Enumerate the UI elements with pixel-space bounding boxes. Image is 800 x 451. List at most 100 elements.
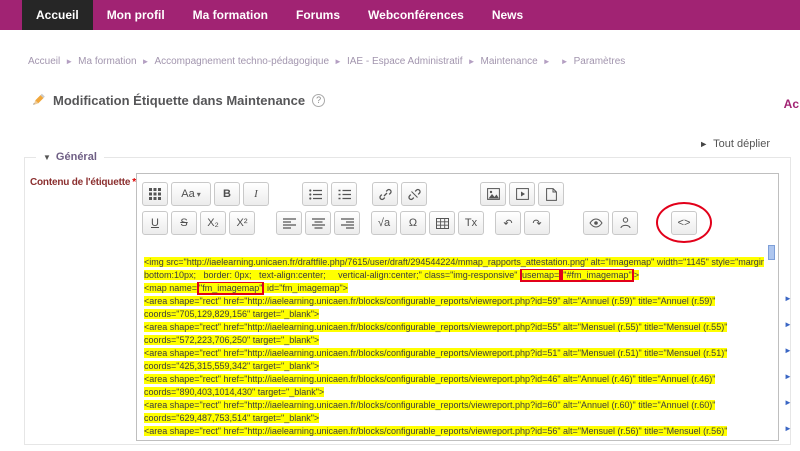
edit-mode-cutoff-text[interactable]: Ac — [784, 97, 799, 111]
nav-item-forums[interactable]: Forums — [282, 0, 354, 30]
code-text: <area shape="rect" href="http://iaelearn… — [144, 296, 715, 306]
code-line: coords="425,315,559,342" target="_blank"… — [144, 360, 764, 373]
code-text: coords="572,223,706,250" target="_blank"… — [144, 335, 319, 345]
align-left-button[interactable] — [276, 211, 302, 235]
underline-button[interactable]: U — [142, 211, 168, 235]
undo-button[interactable]: ↶ — [495, 211, 521, 235]
code-line: coords="705,129,829,156" target="_blank"… — [144, 308, 764, 321]
code-text: coords="425,315,559,342" target="_blank"… — [144, 361, 319, 371]
annotation-box-mapname-value: "fm_imagemap" — [197, 282, 264, 295]
editor-toolbar: Aa▾ B I U S X₂ X² √a Ω Tx ↶ ↷ — [137, 174, 778, 240]
code-text: <map name= — [144, 283, 197, 293]
code-line: <area shape="rect" href="http://iaelearn… — [144, 347, 764, 360]
paragraph-styles-button[interactable]: Aa▾ — [171, 182, 211, 206]
equation-button[interactable]: √a — [371, 211, 397, 235]
chevron-right-icon: ► — [699, 139, 708, 149]
nav-item-webconferences[interactable]: Webconférences — [354, 0, 478, 30]
breadcrumb-item[interactable]: IAE - Espace Administratif — [347, 56, 463, 67]
expand-all-label: Tout déplier — [713, 138, 770, 150]
html-editor: Aa▾ B I U S X₂ X² √a Ω Tx ↶ ↷ — [136, 173, 779, 441]
code-text: > — [634, 270, 639, 280]
pencil-icon — [30, 92, 46, 108]
general-section-legend[interactable]: ▼ Général — [36, 151, 104, 163]
overflow-arrow-icon: ► — [784, 320, 792, 329]
page-title: Modification Étiquette dans Maintenance — [53, 93, 305, 108]
breadcrumb-item[interactable]: Paramètres — [574, 56, 626, 67]
overflow-arrow-icon: ► — [784, 424, 792, 433]
styles-label: Aa — [181, 188, 194, 200]
bold-button[interactable]: B — [214, 182, 240, 206]
overflow-arrow-icon: ► — [784, 294, 792, 303]
code-line: <area shape="rect" href="http://iaelearn… — [144, 295, 764, 308]
html-source-button[interactable]: <> — [671, 211, 697, 235]
breadcrumb: Accueil ► Ma formation ► Accompagnement … — [28, 56, 625, 67]
insert-image-button[interactable] — [480, 182, 506, 206]
breadcrumb-item[interactable]: Ma formation — [78, 56, 136, 67]
subscript-button[interactable]: X₂ — [200, 211, 226, 235]
chevron-down-icon: ▼ — [43, 153, 51, 162]
code-text: <area shape="rect" href="http://iaelearn… — [144, 348, 727, 358]
code-text: <img src="http://iaelearning.unicaen.fr/… — [144, 257, 764, 267]
code-line: coords="629,487,753,514" target="_blank"… — [144, 412, 764, 425]
code-text: <area shape="rect" href="http://iaelearn… — [144, 322, 727, 332]
code-line: <area shape="rect" href="http://iaelearn… — [144, 399, 764, 412]
screenreader-helper-button[interactable] — [612, 211, 638, 235]
overflow-arrow-icon: ► — [784, 398, 792, 407]
scrollbar-thumb[interactable] — [768, 245, 775, 260]
breadcrumb-separator-icon: ► — [142, 57, 150, 66]
code-text: <area shape="rect" href="http://iaelearn… — [144, 400, 715, 410]
code-line: <area shape="rect" href="http://iaelearn… — [144, 425, 764, 438]
redo-button[interactable]: ↷ — [524, 211, 550, 235]
code-line: coords="890,403,1014,430" target="_blank… — [144, 386, 764, 399]
help-icon[interactable]: ? — [312, 94, 325, 107]
ordered-list-button[interactable] — [331, 182, 357, 206]
nav-item-ma-formation[interactable]: Ma formation — [179, 0, 282, 30]
breadcrumb-separator-icon: ► — [334, 57, 342, 66]
align-right-button[interactable] — [334, 211, 360, 235]
unordered-list-button[interactable] — [302, 182, 328, 206]
field-label-text: Contenu de l'étiquette — [30, 177, 130, 188]
align-center-button[interactable] — [305, 211, 331, 235]
unlink-button[interactable] — [401, 182, 427, 206]
annotation-box-usemap-attr: usemap= — [520, 269, 561, 282]
superscript-button[interactable]: X² — [229, 211, 255, 235]
toggle-toolbar-button[interactable] — [142, 182, 168, 206]
code-line: coords="572,223,706,250" target="_blank"… — [144, 334, 764, 347]
italic-button[interactable]: I — [243, 182, 269, 206]
annotation-box-usemap-value: "#fm_imagemap" — [561, 269, 633, 282]
clear-formatting-button[interactable]: Tx — [458, 211, 484, 235]
breadcrumb-item[interactable]: Accompagnement techno-pédagogique — [154, 56, 329, 67]
code-text: id="fm_imagemap"> — [264, 283, 347, 293]
link-button[interactable] — [372, 182, 398, 206]
breadcrumb-separator-icon: ► — [543, 57, 551, 66]
code-line: bottom:10px; border: 0px; text-align:cen… — [144, 269, 764, 282]
overflow-arrow-icon: ► — [784, 372, 792, 381]
nav-item-news[interactable]: News — [478, 0, 537, 30]
field-label-contenu: Contenu de l'étiquette* — [30, 177, 136, 188]
code-text: <area shape="rect" href="http://iaelearn… — [144, 426, 727, 436]
code-text: coords="629,487,753,514" target="_blank"… — [144, 413, 319, 423]
code-line: <area shape="rect" href="http://iaelearn… — [144, 373, 764, 386]
insert-media-button[interactable] — [509, 182, 535, 206]
code-line: <area shape="rect" href="http://iaelearn… — [144, 321, 764, 334]
editor-content[interactable]: <img src="http://iaelearning.unicaen.fr/… — [137, 240, 778, 440]
page-header: Modification Étiquette dans Maintenance … — [30, 92, 325, 108]
strikethrough-button[interactable]: S — [171, 211, 197, 235]
code-text: coords="890,403,1014,430" target="_blank… — [144, 387, 324, 397]
special-character-button[interactable]: Ω — [400, 211, 426, 235]
expand-all-link[interactable]: ► Tout déplier — [699, 138, 770, 150]
code-line: <map name="fm_imagemap" id="fm_imagemap"… — [144, 282, 764, 295]
nav-item-accueil[interactable]: Accueil — [22, 0, 93, 30]
breadcrumb-item[interactable]: Accueil — [28, 56, 60, 67]
overflow-arrow-icon: ► — [784, 346, 792, 355]
breadcrumb-separator-icon: ► — [561, 57, 569, 66]
section-title: Général — [56, 151, 97, 163]
nav-item-mon-profil[interactable]: Mon profil — [93, 0, 179, 30]
table-button[interactable] — [429, 211, 455, 235]
chevron-down-icon: ▾ — [197, 190, 201, 199]
manage-files-button[interactable] — [538, 182, 564, 206]
code-text: bottom:10px; border: 0px; text-align:cen… — [144, 270, 520, 280]
accessibility-checker-button[interactable] — [583, 211, 609, 235]
code-text: <area shape="rect" href="http://iaelearn… — [144, 374, 715, 384]
breadcrumb-item[interactable]: Maintenance — [480, 56, 537, 67]
